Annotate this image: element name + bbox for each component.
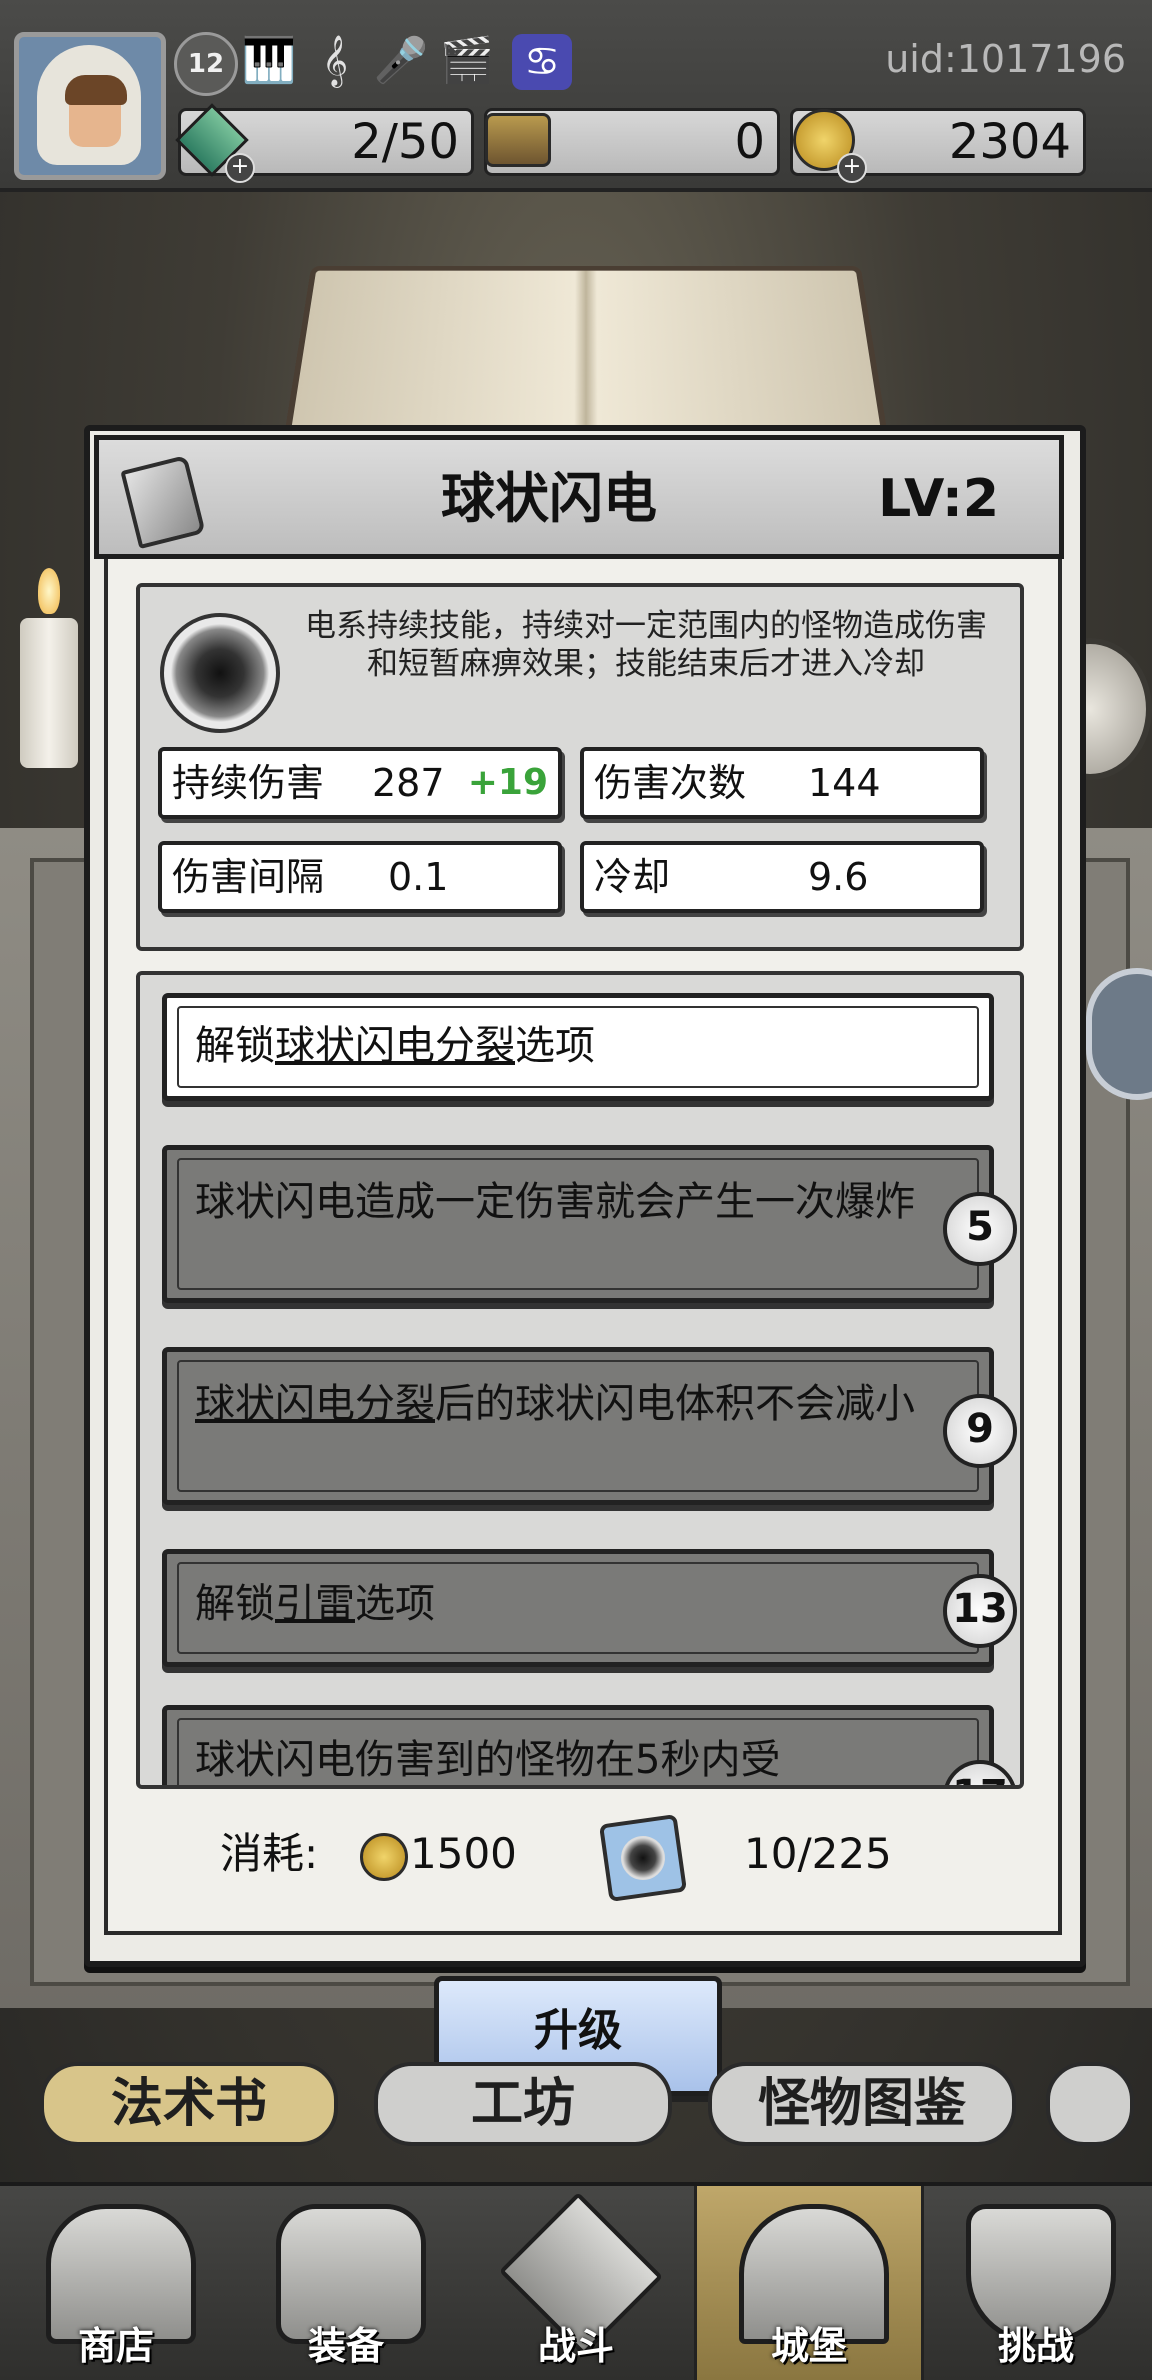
top-bar: 12 🎹 𝄞 🎤 🎬 ♋ uid:1017196 + 2/50 0 + 2304 [0,0,1152,192]
spellbook-icon [120,454,206,550]
energy-resource[interactable]: + 2/50 [175,103,474,183]
player-level-badge: 12 [174,32,238,96]
nav-challenge[interactable]: 挑战 [924,2186,1148,2380]
upgrade-item[interactable]: 解锁球状闪电分裂选项 [162,993,994,1101]
nav-battle[interactable]: 战斗 [464,2186,688,2380]
stat-damage-interval: 伤害间隔 0.1 [158,841,562,913]
nav-shop[interactable]: 商店 [4,2186,228,2380]
spell-info-panel: 电系持续技能，持续对一定范围内的怪物造成伤害和短暂麻痹效果；技能结束后才进入冷却… [136,583,1024,951]
music-note-icon[interactable]: 𝄞 [308,32,362,88]
upgrade-level-badge: 5 [943,1192,1017,1266]
tab-spellbook[interactable]: 法术书 [40,2062,338,2146]
add-gold-button[interactable]: + [837,153,867,183]
chest-value: 0 [734,114,765,170]
nav-castle[interactable]: 城堡 [694,2186,924,2380]
stat-sustained-damage: 持续伤害 287 +19 [158,747,562,819]
spell-level: LV:2 [878,469,999,529]
ball-lightning-icon [160,613,280,733]
tab-monster-codex[interactable]: 怪物图鉴 [708,2062,1016,2146]
cost-gold-value: 1500 [410,1829,517,1878]
add-energy-button[interactable]: + [225,153,255,183]
chest-resource[interactable]: 0 [484,108,780,176]
upgrade-list[interactable]: 解锁球状闪电分裂选项 球状闪电造成一定伤害就会产生一次爆炸 5 球状闪电分裂后的… [136,971,1024,1789]
cancer-zodiac-icon[interactable]: ♋ [512,34,572,90]
candle-flame [38,568,60,614]
user-id: uid:1017196 [885,37,1126,81]
stat-cooldown: 冷却 9.6 [580,841,984,913]
energy-value: 2/50 [351,114,459,170]
upgrade-item[interactable]: 球状闪电造成一定伤害就会产生一次爆炸 5 [162,1145,1017,1303]
upgrade-cost: 消耗: 1500 10/225 [220,1813,980,1903]
upgrade-level-badge: 13 [943,1574,1017,1648]
gold-resource[interactable]: + 2304 [790,108,1086,183]
tab-more[interactable] [1046,2062,1134,2146]
spell-description: 电系持续技能，持续对一定范围内的怪物造成伤害和短暂麻痹效果；技能结束后才进入冷却 [305,608,987,682]
piano-icon[interactable]: 🎹 [242,32,297,88]
spell-fragment-icon [598,1813,688,1903]
spell-title: 球状闪电 [441,467,657,530]
gold-coin-icon [360,1833,408,1881]
clapperboard-icon[interactable]: 🎬 [440,32,495,88]
cost-label: 消耗: [220,1829,319,1878]
spell-detail-dialog: 球状闪电 LV:2 电系持续技能，持续对一定范围内的怪物造成伤害和短暂麻痹效果；… [84,425,1086,1967]
gold-value: 2304 [948,114,1071,170]
bottom-navigation: 商店 装备 战斗 城堡 挑战 [0,2182,1152,2380]
upgrade-item[interactable]: 球状闪电分裂后的球状闪电体积不会减小 9 [162,1347,1017,1505]
nav-equipment[interactable]: 装备 [234,2186,458,2380]
upgrade-item[interactable]: 球状闪电伤害到的怪物在5秒内受 17 [162,1705,1017,1785]
dialog-header: 球状闪电 LV:2 [94,435,1064,559]
side-drawer-handle[interactable] [1086,968,1152,1100]
treasure-chest-icon [481,103,555,177]
candle [20,618,78,768]
upgrade-level-badge: 9 [943,1394,1017,1468]
damage-bonus: +19 [467,762,548,803]
stat-hit-count: 伤害次数 144 [580,747,984,819]
tab-workshop[interactable]: 工坊 [374,2062,672,2146]
microphone-icon[interactable]: 🎤 [374,32,429,88]
player-avatar[interactable] [14,32,166,180]
cost-fragment-value: 10/225 [744,1829,892,1878]
upgrade-item[interactable]: 解锁引雷选项 13 [162,1549,1017,1667]
